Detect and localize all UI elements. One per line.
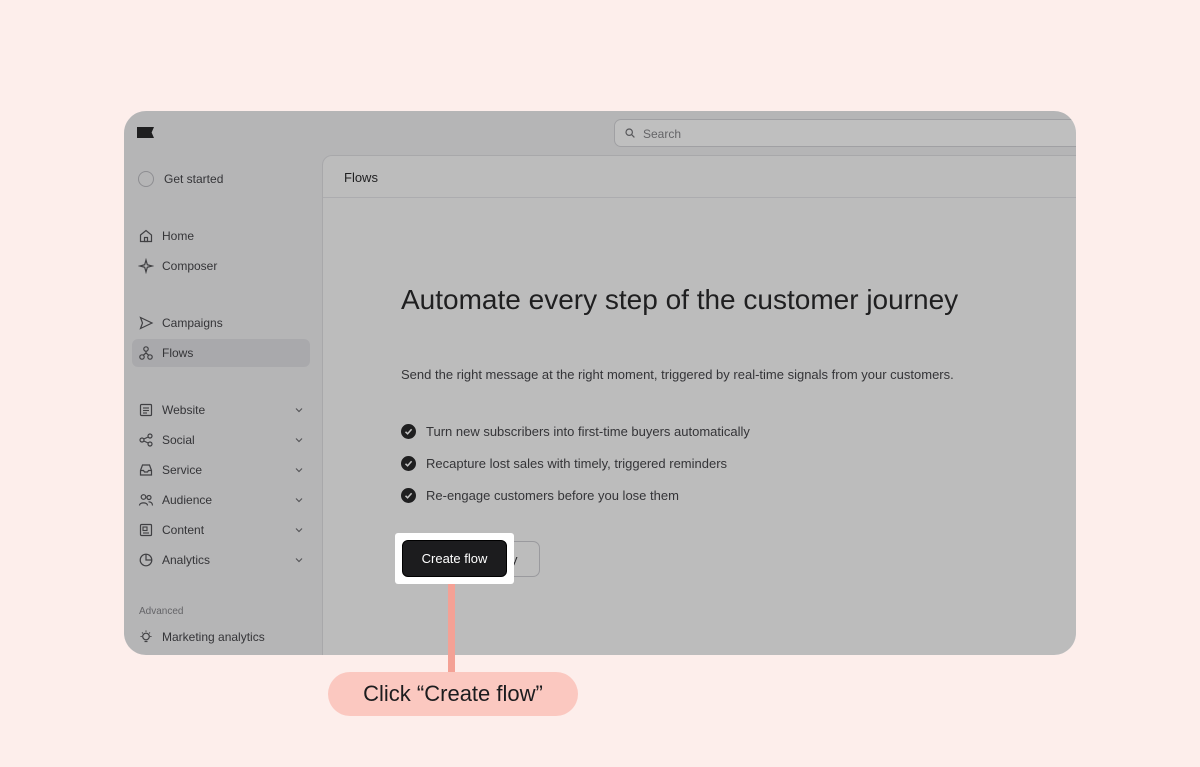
sidebar-item-audience[interactable]: Audience: [132, 486, 310, 514]
chevron-down-icon[interactable]: [294, 495, 304, 505]
sidebar-item-composer[interactable]: Composer: [132, 252, 310, 280]
chevron-down-icon[interactable]: [294, 555, 304, 565]
instruction-callout: Click “Create flow”: [328, 672, 578, 716]
main-header: Flows: [323, 156, 1076, 198]
sidebar-item-content[interactable]: Content: [132, 516, 310, 544]
empty-state-description: Send the right message at the right mome…: [401, 367, 954, 382]
sidebar-item-marketing-analytics[interactable]: Marketing analytics: [132, 623, 310, 651]
chevron-down-icon[interactable]: [294, 465, 304, 475]
content-icon: [138, 522, 154, 538]
feature-bullet: Turn new subscribers into first-time buy…: [401, 422, 750, 440]
sidebar-item-label: Composer: [162, 259, 218, 273]
feature-bullet-text: Turn new subscribers into first-time buy…: [426, 423, 750, 439]
sidebar-item-label: Analytics: [162, 553, 211, 567]
flows-icon: [138, 345, 154, 361]
feature-bullet-text: Re-engage customers before you lose them: [426, 487, 679, 503]
check-circle-icon: [401, 423, 416, 439]
page-title: Flows: [344, 170, 378, 185]
sparkle-icon: [138, 258, 154, 274]
pie-chart-icon: [138, 552, 154, 568]
check-circle-icon: [401, 487, 416, 503]
brand-logo[interactable]: [137, 127, 154, 138]
feature-bullet: Re-engage customers before you lose them: [401, 486, 679, 504]
progress-circle-icon: [138, 171, 154, 187]
inbox-icon: [138, 462, 154, 478]
sidebar-item-label: Content: [162, 523, 205, 537]
section-label-advanced: Advanced: [139, 606, 184, 617]
check-circle-icon: [401, 455, 416, 471]
sidebar-item-label: Campaigns: [162, 316, 223, 330]
search-icon: [625, 128, 635, 138]
sidebar-item-label: Get started: [164, 172, 224, 186]
sidebar-item-label: Service: [162, 463, 203, 477]
create-flow-button[interactable]: Create flow: [402, 540, 507, 577]
sidebar-item-home[interactable]: Home: [132, 222, 310, 250]
users-icon: [138, 492, 154, 508]
top-bar: Search: [124, 111, 1076, 155]
sidebar-item-label: Social: [162, 433, 195, 447]
empty-state-headline: Automate every step of the customer jour…: [401, 284, 959, 315]
share-icon: [138, 432, 154, 448]
sidebar-item-website[interactable]: Website: [132, 396, 310, 424]
sidebar-item-label: Marketing analytics: [162, 630, 265, 644]
chevron-down-icon[interactable]: [294, 525, 304, 535]
callout-connector: [448, 584, 455, 674]
feature-bullet: Recapture lost sales with timely, trigge…: [401, 454, 727, 472]
sidebar-item-get-started[interactable]: Get started: [132, 165, 310, 193]
chevron-down-icon[interactable]: [294, 405, 304, 415]
sidebar-item-label: Website: [162, 403, 206, 417]
send-icon: [138, 315, 154, 331]
search-input[interactable]: Search: [614, 119, 1076, 147]
home-icon: [138, 228, 154, 244]
search-placeholder: Search: [643, 127, 682, 141]
sidebar-item-label: Audience: [162, 493, 213, 507]
feature-bullet-text: Recapture lost sales with timely, trigge…: [426, 455, 728, 471]
website-icon: [138, 402, 154, 418]
sidebar-item-label: Home: [162, 229, 195, 243]
sidebar-item-analytics[interactable]: Analytics: [132, 546, 310, 574]
sidebar-item-service[interactable]: Service: [132, 456, 310, 484]
sidebar-item-label: Flows: [162, 346, 194, 360]
app-window: Search Get started Home Composer Campaig…: [124, 111, 1076, 655]
sidebar: Get started Home Composer Campaigns Flow…: [124, 155, 322, 655]
sidebar-item-campaigns[interactable]: Campaigns: [132, 309, 310, 337]
sidebar-item-social[interactable]: Social: [132, 426, 310, 454]
bulb-icon: [138, 629, 154, 645]
sidebar-item-flows[interactable]: Flows: [132, 339, 310, 367]
chevron-down-icon[interactable]: [294, 435, 304, 445]
